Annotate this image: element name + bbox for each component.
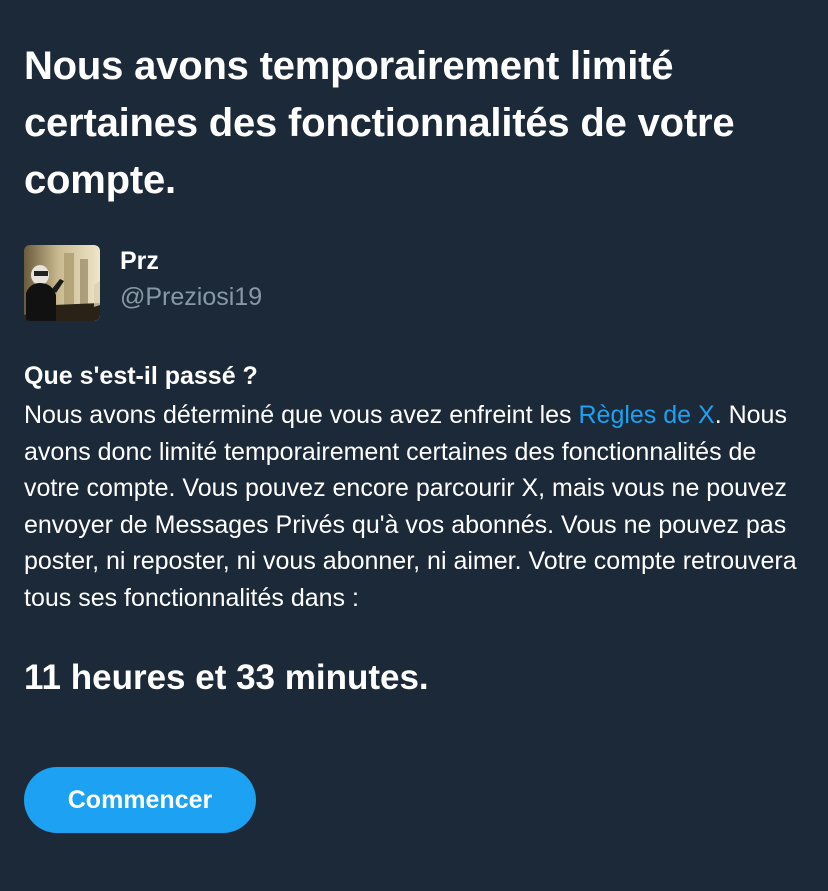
start-button[interactable]: Commencer: [24, 767, 256, 833]
user-display-name: Prz: [120, 247, 159, 275]
explanation-part-2: . Nous avons donc limité temporairement …: [24, 401, 797, 612]
page-title: Nous avons temporairement limité certain…: [24, 44, 735, 202]
avatar: [24, 245, 100, 321]
remaining-time: 11 heures et 33 minutes.: [24, 658, 429, 697]
explanation-part-1: Nous avons déterminé que vous avez enfre…: [24, 401, 579, 429]
section-heading: Que s'est-il passé ?: [24, 362, 258, 390]
profile-photo-icon: [24, 245, 100, 321]
restriction-screen: Nous avons temporairement limité certain…: [0, 0, 828, 891]
rules-link[interactable]: Règles de X: [578, 401, 714, 429]
user-handle: @Preziosi19: [120, 283, 263, 311]
user-info: Prz @Preziosi19: [120, 245, 262, 313]
explanation-text: Nous avons déterminé que vous avez enfre…: [24, 397, 814, 616]
account-summary: Prz @Preziosi19: [24, 245, 804, 321]
